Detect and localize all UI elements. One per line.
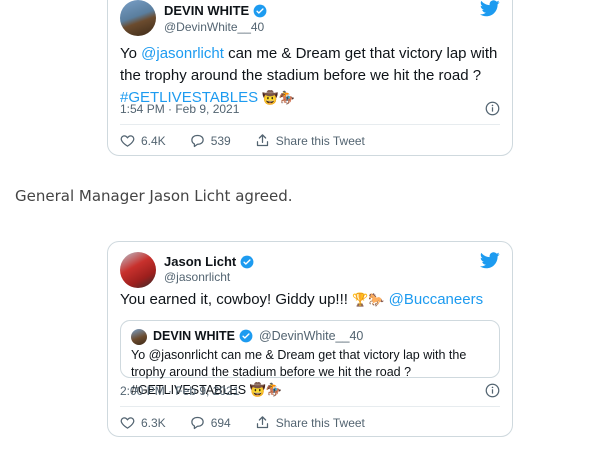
- like-count: 6.4K: [141, 133, 166, 148]
- twitter-bird-icon[interactable]: [480, 0, 500, 17]
- verified-badge-icon: [240, 255, 254, 268]
- share-button[interactable]: Share this Tweet: [255, 415, 365, 430]
- quoted-handle: @DevinWhite__40: [258, 329, 364, 343]
- like-count: 6.3K: [141, 415, 166, 430]
- quoted-avatar: [131, 329, 147, 345]
- tweet-text: You earned it, cowboy! Giddy up!!! 🏆🐎 @B…: [120, 289, 500, 311]
- twitter-bird-icon[interactable]: [480, 252, 500, 269]
- share-label: Share this Tweet: [275, 133, 365, 148]
- avatar[interactable]: [120, 252, 156, 288]
- reply-count: 539: [210, 133, 231, 148]
- tweet-timestamp[interactable]: 2:00 PM · Feb 9, 2021: [120, 384, 239, 398]
- author-handle[interactable]: @DevinWhite__40: [164, 20, 264, 34]
- author-handle[interactable]: @jasonrlicht: [164, 270, 230, 284]
- quoted-display-name: DEVIN WHITE: [153, 329, 235, 343]
- emoji-trophy-horse: 🏆🐎: [352, 292, 385, 307]
- reply-button[interactable]: 539: [190, 133, 231, 148]
- divider: [120, 406, 500, 407]
- share-label: Share this Tweet: [275, 415, 365, 430]
- like-button[interactable]: 6.4K: [120, 133, 166, 148]
- reply-count: 694: [210, 415, 231, 430]
- divider: [120, 124, 500, 125]
- tweet-timestamp[interactable]: 1:54 PM · Feb 9, 2021: [120, 102, 239, 116]
- mention-link[interactable]: @Buccaneers: [389, 291, 483, 308]
- verified-badge-icon: [239, 329, 253, 343]
- info-icon[interactable]: [485, 101, 500, 116]
- tweet-card-jason-licht[interactable]: Jason Licht @jasonrlicht You earned it, …: [107, 241, 513, 437]
- tweet-text: Yo @jasonrlicht can me & Dream get that …: [120, 43, 500, 109]
- display-name[interactable]: DEVIN WHITE: [164, 3, 249, 18]
- like-button[interactable]: 6.3K: [120, 415, 166, 430]
- quoted-tweet[interactable]: DEVIN WHITE @DevinWhite__40 Yo @jasonrli…: [120, 320, 500, 397]
- reply-button[interactable]: 694: [190, 415, 231, 430]
- share-icon: [256, 134, 268, 147]
- tweet-actions: 6.4K 539 Share this Tweet: [120, 133, 389, 148]
- tweet-text-part: You earned it, cowboy! Giddy up!!!: [120, 291, 353, 308]
- avatar[interactable]: [120, 0, 156, 36]
- author-name[interactable]: Jason Licht: [164, 254, 254, 269]
- author-name[interactable]: DEVIN WHITE: [164, 3, 267, 18]
- mention-link[interactable]: @jasonrlicht: [141, 45, 224, 62]
- article-paragraph: General Manager Jason Licht agreed.: [15, 187, 293, 205]
- tweet-text-part: Yo: [120, 45, 142, 62]
- reply-bubble-icon: [190, 416, 204, 430]
- info-icon[interactable]: [485, 383, 500, 398]
- verified-badge-icon: [253, 4, 267, 17]
- share-icon: [256, 416, 268, 429]
- emoji-cowboy-horse: 🤠🏇: [249, 382, 282, 397]
- tweet-card-devin-white[interactable]: DEVIN WHITE @DevinWhite__40 Yo @jasonrli…: [107, 0, 513, 156]
- heart-icon: [120, 417, 135, 429]
- quoted-author: DEVIN WHITE @DevinWhite__40: [153, 329, 363, 343]
- display-name[interactable]: Jason Licht: [164, 254, 236, 269]
- heart-icon: [120, 135, 135, 147]
- reply-bubble-icon: [190, 134, 204, 148]
- emoji-cowboy-horse: 🤠🏇: [262, 90, 295, 105]
- share-button[interactable]: Share this Tweet: [255, 133, 365, 148]
- tweet-actions: 6.3K 694 Share this Tweet: [120, 415, 389, 430]
